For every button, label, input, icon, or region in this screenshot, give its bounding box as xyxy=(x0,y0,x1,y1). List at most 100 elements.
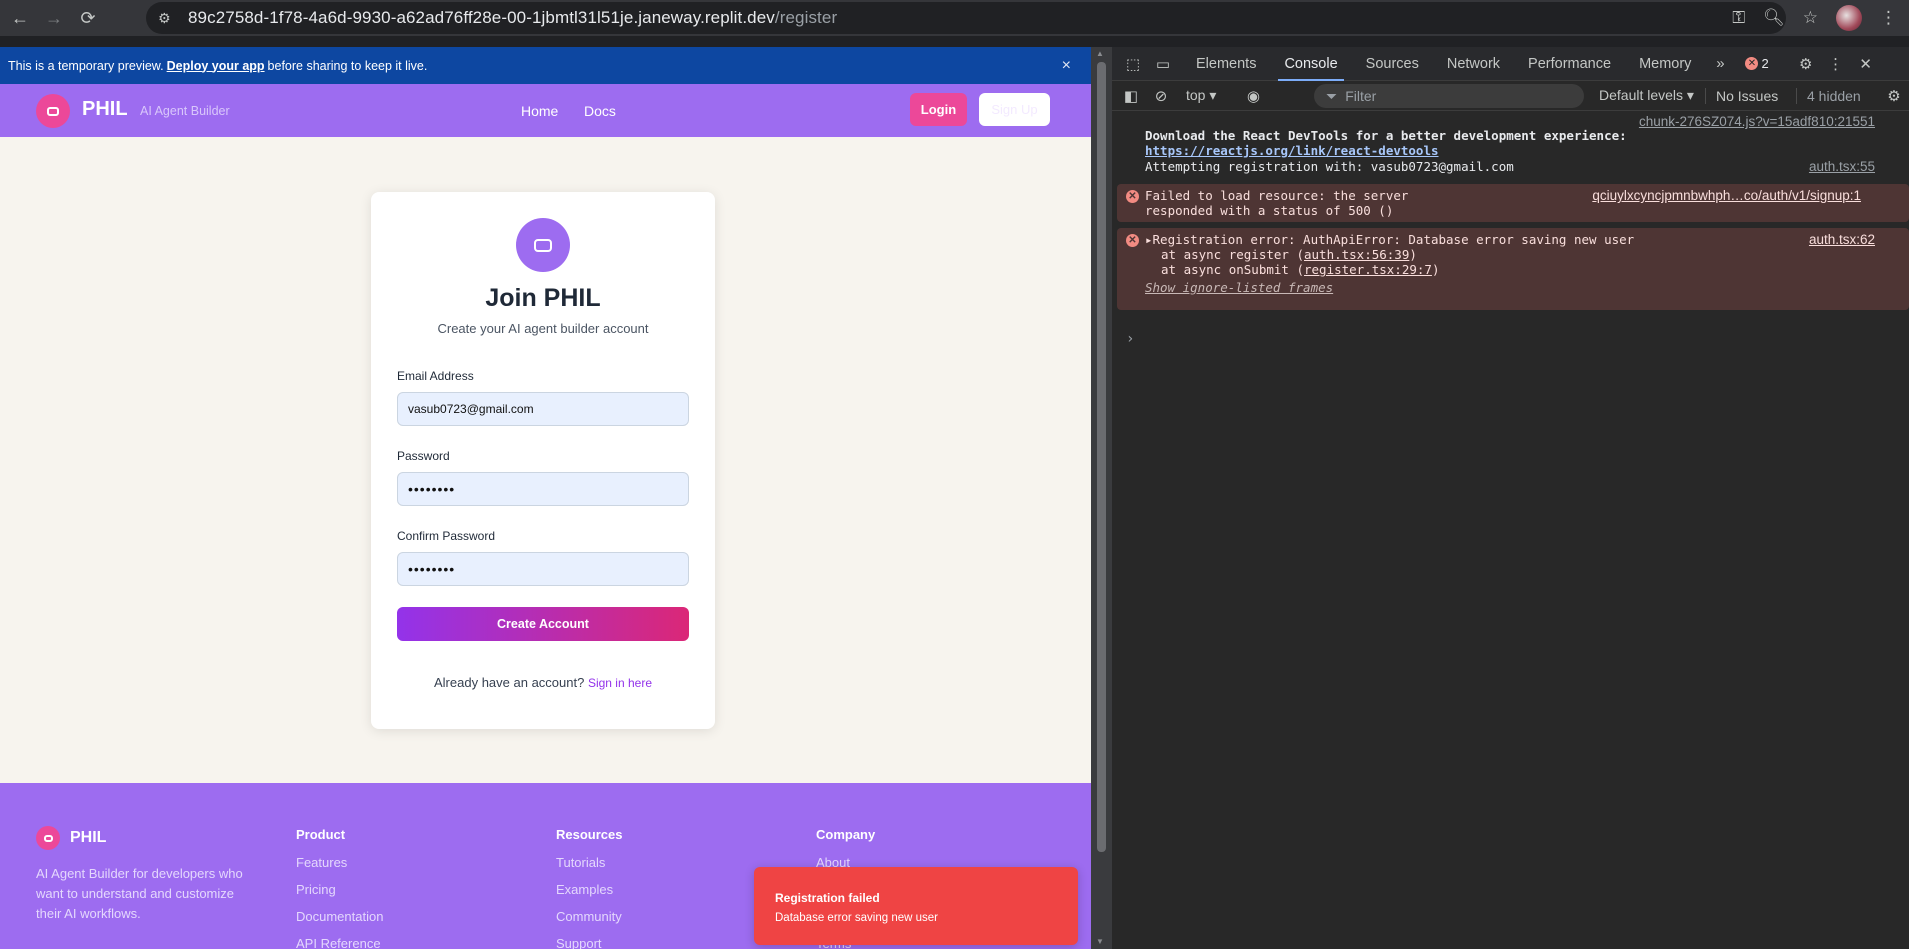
bookmark-star-icon[interactable]: ☆ xyxy=(1803,8,1818,28)
footer-link[interactable]: Documentation xyxy=(296,909,383,924)
email-field[interactable]: vasub0723@gmail.com xyxy=(397,392,689,426)
password-label: Password xyxy=(397,449,450,463)
logo-bot-icon[interactable] xyxy=(36,94,70,128)
error-count-badge[interactable]: ✕ 2 xyxy=(1745,56,1769,71)
profile-avatar[interactable] xyxy=(1836,5,1862,31)
close-devtools-icon[interactable]: ✕ xyxy=(1851,55,1881,73)
devtools-menu-icon[interactable]: ⋮ xyxy=(1821,55,1851,73)
scrollbar-thumb[interactable] xyxy=(1097,62,1106,852)
footer-heading-product: Product xyxy=(296,827,346,842)
console-settings-icon[interactable]: ⚙ xyxy=(1879,87,1909,105)
devtools-tabbar: ⬚ ▭ Elements Console Sources Network Per… xyxy=(1112,47,1909,81)
source-link[interactable]: auth.tsx:55 xyxy=(1809,159,1875,174)
error-icon: ✕ xyxy=(1126,190,1139,203)
tab-network[interactable]: Network xyxy=(1433,47,1514,81)
issues-indicator[interactable]: No Issues xyxy=(1705,87,1778,104)
console-toolbar: ◧ ⊘ top ▾ ◉ ⏷ Filter Default levels ▾ No … xyxy=(1112,81,1909,111)
signin-link[interactable]: Sign in here xyxy=(588,676,652,690)
stack-frame: at async onSubmit (register.tsx:29:7) xyxy=(1161,262,1440,277)
zoom-icon[interactable]: 🔍︎ xyxy=(1763,8,1785,28)
error-icon: ✕ xyxy=(1745,57,1759,70)
source-link[interactable]: chunk-276SZ074.js?v=15adf810:21551 xyxy=(1639,114,1875,129)
nav-home-link[interactable]: Home xyxy=(521,103,558,119)
bot-icon xyxy=(516,218,570,272)
device-toolbar-icon[interactable]: ▭ xyxy=(1148,55,1178,73)
footer-link[interactable]: API Reference xyxy=(296,936,381,949)
console-message: auth.tsx:55 Attempting registration with… xyxy=(1112,154,1909,178)
brand-name[interactable]: PHIL xyxy=(82,98,128,121)
banner-text: This is a temporary preview. xyxy=(8,58,164,73)
brand-tagline: AI Agent Builder xyxy=(140,104,230,118)
message-text: Download the React DevTools for a better… xyxy=(1145,128,1627,143)
inspect-element-icon[interactable]: ⬚ xyxy=(1118,55,1148,73)
footer-link[interactable]: Tutorials xyxy=(556,855,605,870)
reload-icon[interactable]: ⟳ xyxy=(74,4,102,32)
address-bar[interactable]: ⚙ 89c2758d-1f78-4a6d-9930-a62ad76ff28e-0… xyxy=(146,2,1786,34)
console-error: ✕ qciuylxcyncjpmnbwhph…co/auth/v1/signup… xyxy=(1117,184,1909,222)
nav-docs-link[interactable]: Docs xyxy=(584,103,616,119)
console-error: ✕ auth.tsx:62 ▸Registration error: AuthA… xyxy=(1117,228,1909,310)
settings-gear-icon[interactable]: ⚙ xyxy=(1791,55,1821,73)
footer-link[interactable]: Support xyxy=(556,936,602,949)
show-ignore-listed-link[interactable]: Show ignore-listed frames xyxy=(1145,280,1909,295)
footer-link[interactable]: Features xyxy=(296,855,347,870)
context-selector[interactable]: top ▾ xyxy=(1186,87,1216,104)
site-header: PHIL AI Agent Builder Home Docs Login Si… xyxy=(0,84,1091,137)
message-text[interactable]: ▸Registration error: AuthApiError: Datab… xyxy=(1145,232,1909,247)
create-account-button[interactable]: Create Account xyxy=(397,607,689,641)
tab-memory[interactable]: Memory xyxy=(1625,47,1705,81)
toast-title: Registration failed xyxy=(775,891,880,905)
source-link[interactable]: qciuylxcyncjpmnbwhph…co/auth/v1/signup:1 xyxy=(1592,188,1861,203)
login-button[interactable]: Login xyxy=(910,93,967,126)
tab-console[interactable]: Console xyxy=(1270,47,1351,81)
sidebar-toggle-icon[interactable]: ◧ xyxy=(1116,87,1146,105)
footer-link[interactable]: Community xyxy=(556,909,622,924)
tab-elements[interactable]: Elements xyxy=(1182,47,1270,81)
log-levels-dropdown[interactable]: Default levels ▾ xyxy=(1599,87,1694,104)
tab-performance[interactable]: Performance xyxy=(1514,47,1625,81)
site-settings-icon[interactable]: ⚙ xyxy=(158,10,182,27)
hidden-count: 4 hidden xyxy=(1796,87,1861,104)
close-icon[interactable]: × xyxy=(1062,57,1071,75)
password-key-icon[interactable]: ⚿ xyxy=(1732,8,1745,28)
console-filter-input[interactable]: ⏷ Filter xyxy=(1314,84,1584,108)
register-card: Join PHIL Create your AI agent builder a… xyxy=(371,192,715,729)
scroll-up-icon[interactable]: ▲ xyxy=(1096,49,1104,58)
live-expression-eye-icon[interactable]: ◉ xyxy=(1238,87,1268,105)
error-toast[interactable]: Registration failed Database error savin… xyxy=(754,867,1078,945)
menu-kebab-icon[interactable]: ⋮ xyxy=(1880,8,1897,28)
clear-console-icon[interactable]: ⊘ xyxy=(1146,87,1176,105)
forward-icon[interactable]: → xyxy=(40,4,68,32)
password-field[interactable]: •••••••• xyxy=(397,472,689,506)
message-text: responded with a status of 500 () xyxy=(1145,203,1394,218)
scroll-down-icon[interactable]: ▼ xyxy=(1096,937,1104,946)
already-text: Already have an account? xyxy=(434,675,585,690)
url-text[interactable]: 89c2758d-1f78-4a6d-9930-a62ad76ff28e-00-… xyxy=(188,8,837,28)
tab-sources[interactable]: Sources xyxy=(1352,47,1433,81)
console-output: chunk-276SZ074.js?v=15adf810:21551 Downl… xyxy=(1112,113,1909,347)
stack-link[interactable]: register.tsx:29:7 xyxy=(1304,262,1432,277)
page-subtitle: Create your AI agent builder account xyxy=(437,321,649,336)
footer-link[interactable]: Examples xyxy=(556,882,613,897)
more-tabs-icon[interactable]: » xyxy=(1705,55,1735,72)
page-scrollbar[interactable]: ▲ ▼ xyxy=(1091,47,1112,949)
back-icon[interactable]: ← xyxy=(6,4,34,32)
email-label: Email Address xyxy=(397,369,474,383)
footer-heading-company: Company xyxy=(816,827,876,842)
footer-description: AI Agent Builder for developers who want… xyxy=(36,866,243,921)
footer-link[interactable]: Pricing xyxy=(296,882,336,897)
footer-logo-icon xyxy=(36,826,60,850)
confirm-password-field[interactable]: •••••••• xyxy=(397,552,689,586)
page-viewport: This is a temporary preview. Deploy your… xyxy=(0,47,1091,949)
expand-triangle-icon[interactable]: ▸ xyxy=(1145,232,1153,247)
deploy-link[interactable]: Deploy your app xyxy=(167,59,265,73)
devtools-panel: ⬚ ▭ Elements Console Sources Network Per… xyxy=(1112,47,1909,949)
footer-brand: PHIL xyxy=(70,829,107,846)
stack-link[interactable]: auth.tsx:56:39 xyxy=(1304,247,1409,262)
source-link[interactable]: auth.tsx:62 xyxy=(1809,232,1875,247)
page-title: Join PHIL xyxy=(485,284,601,312)
toast-message: Database error saving new user xyxy=(775,912,938,924)
signup-button[interactable]: Sign Up xyxy=(979,93,1050,126)
message-text: Attempting registration with: vasub0723@… xyxy=(1145,159,1514,174)
console-prompt[interactable]: › xyxy=(1126,331,1134,347)
